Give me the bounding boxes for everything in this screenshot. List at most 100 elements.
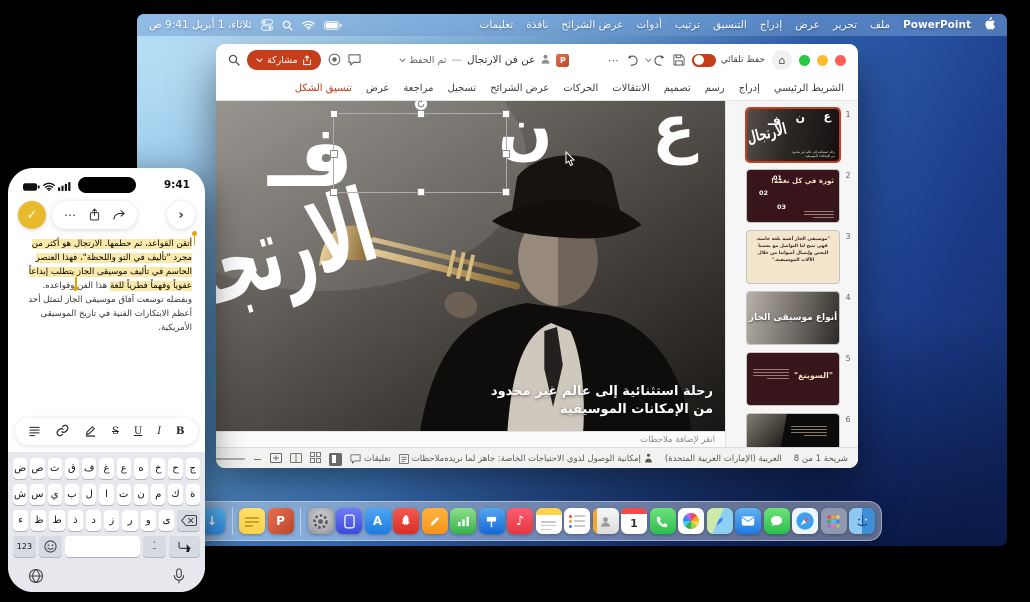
dock-powerpoint-app[interactable]: P (268, 508, 294, 534)
key-ص[interactable]: ص (30, 458, 44, 479)
key-ن[interactable]: ن (134, 484, 148, 505)
key-ج[interactable]: ج (186, 458, 200, 479)
underline-button[interactable]: U (134, 426, 142, 437)
key-ز[interactable]: ز (104, 510, 119, 531)
resize-handle-nw[interactable] (330, 110, 338, 118)
resize-handle-e[interactable] (502, 150, 510, 158)
accessibility-status[interactable]: إمكانية الوصول لذوي الاحتياجات الخاصة: ج… (444, 453, 653, 466)
key-ض[interactable]: ض (13, 458, 27, 479)
slide-canvas[interactable]: ع ن فـ الارتجال رحلة استثنائية إلى عالم … (216, 101, 725, 431)
key-ع[interactable]: ع (117, 458, 131, 479)
key-ل[interactable]: ل (82, 484, 96, 505)
dock-mail-app[interactable] (735, 508, 761, 534)
key-غ[interactable]: غ (99, 458, 113, 479)
key-ا[interactable]: ا (99, 484, 113, 505)
resize-handle-n[interactable] (417, 110, 425, 118)
menu-item-7[interactable]: أدوات (636, 19, 661, 31)
key-ذ[interactable]: ذ (68, 510, 83, 531)
key-ة[interactable]: ة (186, 484, 200, 505)
search-icon[interactable] (228, 51, 240, 70)
key-خ[interactable]: خ (151, 458, 165, 479)
thumbnail-slide-4[interactable]: أنواع موسيقى الجاز (747, 292, 839, 344)
spotlight-search-icon[interactable] (282, 20, 293, 31)
key-ق[interactable]: ق (65, 458, 79, 479)
tab-3[interactable]: تصميم (664, 83, 691, 94)
wifi-icon[interactable] (302, 20, 315, 30)
key-ظ[interactable]: ظ (31, 510, 46, 531)
link-icon[interactable] (56, 422, 69, 441)
key-س[interactable]: س (30, 484, 44, 505)
key-ه[interactable]: ه (134, 458, 148, 479)
menu-item-1[interactable]: ملف (870, 19, 890, 31)
resize-handle-w[interactable] (330, 150, 338, 158)
notes-pane[interactable]: انقر لإضافة ملاحظات (216, 431, 725, 447)
dock-phone-app[interactable] (650, 508, 676, 534)
key-ب[interactable]: ب (65, 484, 79, 505)
slide-subtitle[interactable]: رحلة استثنائية إلى عالم غير محدود من الإ… (491, 383, 713, 419)
autosave-toggle[interactable]: حفظ تلقائي (692, 54, 765, 67)
fit-to-window-icon[interactable] (270, 453, 282, 466)
menu-item-3[interactable]: عرض (795, 19, 820, 31)
share-icon[interactable] (89, 206, 100, 225)
save-status[interactable]: تم الحفظ (399, 55, 446, 66)
key-ء[interactable]: ء (13, 510, 28, 531)
backspace-key[interactable] (177, 510, 200, 531)
menu-item-6[interactable]: ترتيب (675, 19, 700, 31)
tab-7[interactable]: تسجيل (447, 83, 476, 94)
dock-keynote-app[interactable] (479, 508, 505, 534)
menubar-clock[interactable]: ثلاثاء، 1 أبريل 9:41 ص (149, 19, 252, 31)
tab-2[interactable]: رسم (705, 83, 725, 94)
dock-reminders-app[interactable] (564, 508, 590, 534)
dictation-mic-key[interactable] (173, 568, 185, 588)
italic-button[interactable]: I (157, 426, 161, 437)
comments-icon[interactable] (348, 51, 361, 70)
tab-1[interactable]: إدراج (739, 83, 760, 94)
note-text-area[interactable]: أتقن القواعد، ثم حطمها. الارتجال هو أكثر… (8, 229, 205, 335)
menu-item-8[interactable]: عرض الشرائح (561, 19, 623, 31)
key-ت[interactable]: ت (117, 484, 131, 505)
selection-handle-end[interactable] (73, 286, 78, 291)
normal-view-icon[interactable] (329, 453, 342, 466)
key-ف[interactable]: ف (82, 458, 96, 479)
menu-item-10[interactable]: تعليمات (479, 19, 513, 31)
dock-settings-app[interactable] (308, 508, 334, 534)
key-ش[interactable]: ش (13, 484, 27, 505)
zoom-out-button[interactable]: − (253, 453, 262, 466)
notes-placeholder[interactable]: انقر لإضافة ملاحظات (640, 435, 715, 445)
menu-item-2[interactable]: تحرير (833, 19, 857, 31)
dock-iphone-mirroring-app[interactable] (336, 508, 362, 534)
tab-6[interactable]: عرض الشرائح (490, 83, 549, 94)
strikethrough-button[interactable]: S (112, 426, 119, 437)
minimize-button[interactable] (817, 55, 828, 66)
key-ث[interactable]: ث (48, 458, 62, 479)
dock-notes-app[interactable] (536, 508, 562, 534)
return-key[interactable] (169, 536, 200, 557)
key-ر[interactable]: ر (122, 510, 137, 531)
undo-icon[interactable] (626, 55, 638, 66)
thumbnail-slide-2[interactable]: ثورة في كل نغمة! 01 02 03 (747, 170, 839, 222)
zoom-slider[interactable] (216, 458, 245, 460)
dock-numbers-app[interactable] (450, 508, 476, 534)
emoji-key[interactable] (39, 536, 62, 557)
redo-icon[interactable] (645, 55, 666, 66)
resize-handle-se[interactable] (502, 188, 510, 196)
thumbnail-slide-1[interactable]: ع ن فـ الارتجال رحلة استثنائية إلى عالم … (747, 109, 839, 161)
numbers-key[interactable]: 123 (13, 536, 36, 557)
document-title[interactable]: عن فن الارتجال (467, 54, 535, 66)
notes-toggle[interactable]: ملاحظات (399, 454, 444, 464)
key-ك[interactable]: ك (168, 484, 182, 505)
language-indicator[interactable]: العربية (الإمارات العربية المتحدة) (665, 454, 782, 464)
comments-toggle[interactable]: تعليقات (350, 454, 391, 464)
share-button[interactable]: مشاركة (247, 50, 321, 70)
menu-item-4[interactable]: إدراج (760, 19, 782, 31)
key-ى[interactable]: ى (159, 510, 174, 531)
more-icon[interactable]: ⋯ (64, 208, 77, 222)
home-icon[interactable]: ⌂ (772, 50, 792, 70)
tab-10-active[interactable]: تنسيق الشكل (295, 83, 352, 94)
save-icon[interactable] (673, 54, 685, 66)
redo-icon[interactable] (112, 206, 125, 225)
dock-photos-app[interactable] (678, 508, 704, 534)
control-center-icon[interactable] (261, 19, 273, 31)
close-button[interactable] (835, 55, 846, 66)
space-key[interactable] (65, 536, 140, 557)
